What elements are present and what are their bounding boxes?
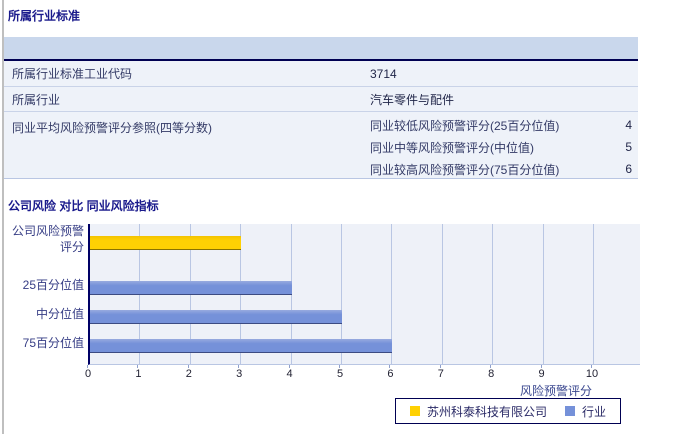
x-tick-label: 10 [585, 368, 599, 380]
x-tick-label: 7 [437, 368, 444, 380]
table-row: 所属行业 汽车零件与配件 [4, 87, 638, 112]
industry-color-swatch [565, 406, 576, 416]
table-row: 所属行业标准工业代码 3714 [4, 61, 638, 87]
y-category-label: 25百分位值 [22, 278, 84, 292]
quartile-item-median: 同业中等风险预警评分(中位值) 5 [370, 136, 636, 158]
risk-comparison-bar-chart: 公司风险预警 评分 25百分位值中分位值 75百分位值 风险预警评分 苏州科泰科技有限… [0, 224, 676, 434]
x-tick-label: 9 [538, 368, 545, 380]
quartile-item-label: 同业较低风险预警评分(25百分位值) [370, 118, 560, 133]
legend-item-company: 苏州科泰科技有限公司 [410, 403, 547, 420]
chart-legend: 苏州科泰科技有限公司 行业 [395, 398, 622, 424]
section-title-risk-comparison: 公司风险 对比 同业风险指标 [8, 199, 159, 213]
x-tick-label: 8 [488, 368, 495, 380]
bar-75百分位值 [90, 339, 393, 353]
quartile-row-label: 同业平均风险预警评分参照(四等分数) [12, 121, 212, 135]
industry-risk-report: 所属行业标准 所属行业标准工业代码 3714 所属行业 汽车零件与配件 同业平均… [0, 0, 676, 438]
gridline [492, 224, 494, 364]
quartile-item-label: 同业中等风险预警评分(中位值) [370, 140, 534, 155]
y-category-label: 公司风险预警 评分 [11, 224, 84, 254]
legend-label-company: 苏州科泰科技有限公司 [427, 404, 548, 419]
row-value-sic-code: 3714 [370, 66, 397, 81]
row-label-industry: 所属行业 [12, 92, 61, 107]
gridline [441, 224, 443, 364]
quartile-item-low: 同业较低风险预警评分(25百分位值) 4 [370, 114, 636, 136]
section-title-industry-standard: 所属行业标准 [8, 9, 81, 23]
gridline [542, 224, 544, 364]
row-value-industry: 汽车零件与配件 [370, 92, 455, 107]
quartile-item-value: 6 [625, 162, 632, 176]
x-tick-label: 4 [286, 368, 293, 380]
x-tick-label: 1 [135, 368, 142, 380]
quartile-item-label: 同业较高风险预警评分(75百分位值) [370, 162, 560, 177]
x-tick-label: 3 [236, 368, 243, 380]
bar-公司风险预警评分 [90, 236, 242, 250]
quartile-item-value: 5 [625, 140, 632, 154]
y-category-label: 75百分位值 [22, 336, 84, 350]
table-row-quartiles: 同业平均风险预警评分参照(四等分数) 同业较低风险预警评分(25百分位值) 4 … [4, 112, 638, 179]
row-label-sic-code: 所属行业标准工业代码 [12, 67, 133, 81]
plot-area [88, 224, 640, 365]
x-tick-label: 5 [336, 368, 344, 380]
x-tick-label: 6 [387, 368, 394, 380]
legend-label-industry: 行业 [582, 404, 607, 419]
x-tick-label: 2 [185, 368, 192, 380]
x-axis-title: 风险预警评分 [519, 384, 592, 398]
quartile-item-high: 同业较高风险预警评分(75百分位值) 6 [370, 158, 636, 180]
gridline [593, 224, 594, 364]
legend-item-industry: 行业 [565, 403, 606, 420]
bar-25百分位值 [90, 281, 292, 295]
chart-y-axis-labels: 公司风险预警 评分 25百分位值中分位值 75百分位值 [0, 224, 84, 364]
company-color-swatch [410, 406, 420, 416]
y-category-label: 中分位值 [35, 307, 84, 321]
x-tick-label: 0 [84, 368, 92, 380]
table-header-bar [4, 37, 638, 61]
quartile-item-value: 4 [625, 118, 632, 132]
bar-中分位值 [90, 310, 342, 324]
